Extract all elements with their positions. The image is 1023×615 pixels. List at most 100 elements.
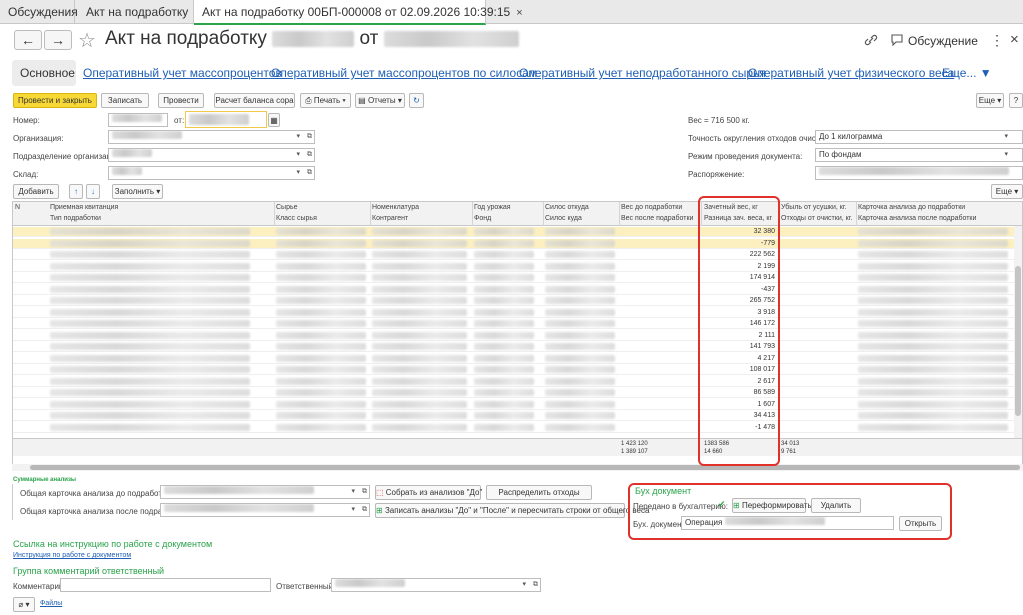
balance-button[interactable]: Расчет баланса сора [214, 93, 295, 108]
number-field[interactable] [108, 113, 168, 127]
table-row[interactable]: 265 752 [13, 296, 1022, 306]
link-icon[interactable] [864, 33, 878, 47]
table-row[interactable]: 32 380 [13, 227, 1022, 237]
col-header-year[interactable]: Год урожая [474, 204, 511, 211]
table-row[interactable]: 2 111 [13, 331, 1022, 341]
chevron-down-icon[interactable]: ▾ [1004, 149, 1008, 161]
post-button[interactable]: Провести [158, 93, 204, 108]
chevron-down-icon[interactable]: ▾ [522, 579, 526, 591]
col-header-nomenclature[interactable]: Номенклатура [372, 204, 419, 211]
add-row-button[interactable]: Добавить [13, 184, 59, 199]
card-after-field[interactable]: ▾ ⧉ [160, 503, 370, 517]
section-link-mass-percent-silo[interactable]: Оперативный учет массопроцентов по силос… [271, 66, 537, 80]
table-row[interactable]: -779 [13, 238, 1022, 249]
passed-checkbox[interactable]: ✔ [718, 500, 727, 509]
chevron-down-icon[interactable]: ▾ [351, 486, 355, 498]
forward-button[interactable]: → [44, 30, 72, 50]
fill-button[interactable]: Заполнить ▾ [112, 184, 163, 199]
collect-analyses-button[interactable]: ⬚ Собрать из анализов "До" [375, 485, 482, 500]
move-down-icon[interactable]: ↓ [86, 184, 100, 199]
col-header-contractor[interactable]: Контрагент [372, 215, 408, 222]
calendar-icon[interactable]: ▦ [268, 113, 280, 127]
order-field[interactable] [815, 166, 1023, 180]
attach-button[interactable]: ⌀ ▾ [13, 597, 35, 612]
open-icon[interactable]: ⧉ [362, 504, 367, 516]
reports-button[interactable]: ▤ Отчеты ▾ [355, 93, 405, 108]
section-link-physical-weight[interactable]: Оперативный учет физического веса [748, 66, 954, 80]
org-field[interactable]: ▾ ⧉ [108, 130, 315, 144]
section-main[interactable]: Основное [20, 66, 75, 80]
speech-icon[interactable] [890, 33, 904, 47]
table-more-button[interactable]: Еще ▾ [991, 184, 1023, 199]
col-header-waste[interactable]: Отходы от очистки, кг. [781, 215, 852, 222]
col-header-weight-before[interactable]: Вес до подработки [621, 204, 682, 211]
section-more[interactable]: Еще... ▼ [942, 66, 992, 80]
col-header-class[interactable]: Класс сырья [276, 215, 317, 222]
print-button[interactable]: ⎙ Печать ▾ [300, 93, 351, 108]
open-icon[interactable]: ⧉ [307, 131, 312, 143]
chevron-down-icon[interactable]: ▾ [351, 504, 355, 516]
write-analyses-button[interactable]: ⊞ Записать анализы "До" и "После" и пере… [375, 503, 649, 518]
col-header-silo-to[interactable]: Силос куда [545, 215, 582, 222]
table-row[interactable]: 141 793 [13, 342, 1022, 352]
close-icon[interactable]: × [1010, 31, 1019, 48]
date-field[interactable] [185, 111, 267, 128]
tab-act-list[interactable]: Акт на подработку× [78, 0, 201, 24]
table-row[interactable]: -1 478 [13, 423, 1022, 433]
delete-button[interactable]: Удалить [811, 498, 861, 513]
table-row[interactable]: 3 918 [13, 308, 1022, 318]
table-row[interactable]: -437 [13, 285, 1022, 295]
col-header-silo-from[interactable]: Силос откуда [545, 204, 589, 211]
open-icon[interactable]: ⧉ [533, 579, 538, 591]
more-menu-icon[interactable]: ⋮ [990, 32, 1004, 49]
warehouse-field[interactable]: ▾ ⧉ [108, 166, 315, 180]
table-row[interactable]: 146 172 [13, 319, 1022, 329]
vertical-scrollbar[interactable] [1014, 226, 1022, 442]
scroll-thumb[interactable] [1015, 266, 1021, 416]
table-row[interactable]: 4 217 [13, 354, 1022, 364]
col-header-fund[interactable]: Фонд [474, 215, 491, 222]
col-header-card-after[interactable]: Карточка анализа после подработки [858, 215, 976, 222]
chevron-down-icon[interactable]: ▾ [296, 167, 300, 179]
chevron-down-icon[interactable]: ▾ [296, 131, 300, 143]
open-icon[interactable]: ⧉ [362, 486, 367, 498]
col-header-raw[interactable]: Сырье [276, 204, 298, 211]
scroll-thumb[interactable] [30, 465, 1020, 470]
table-row[interactable]: 1 607 [13, 400, 1022, 410]
close-icon[interactable]: × [516, 7, 522, 19]
instr-link[interactable]: Инструкция по работе с документом [13, 552, 131, 559]
chevron-down-icon[interactable]: ▾ [1004, 131, 1008, 143]
open-icon[interactable]: ⧉ [307, 167, 312, 179]
files-link[interactable]: Файлы [40, 600, 62, 607]
col-header-shrink[interactable]: Убыль от усушки, кг. [781, 204, 847, 211]
refresh-icon[interactable]: ↻ [409, 93, 424, 108]
col-header-card-before[interactable]: Карточка анализа до подработки [858, 204, 965, 211]
table-row[interactable]: 222 562 [13, 250, 1022, 260]
table-row[interactable]: 86 589 [13, 388, 1022, 398]
mode-field[interactable]: По фондам ▾ [815, 148, 1023, 162]
table-row[interactable]: 34 413 [13, 411, 1022, 421]
precision-field[interactable]: До 1 килограмма ▾ [815, 130, 1023, 144]
distribute-waste-button[interactable]: Распределить отходы [486, 485, 592, 500]
responsible-field[interactable]: ▾ ⧉ [331, 578, 541, 592]
post-and-close-button[interactable]: Провести и закрыть [13, 93, 97, 108]
col-header-receipt[interactable]: Приемная квитанция [50, 204, 118, 211]
star-icon[interactable]: ☆ [78, 28, 96, 53]
tab-act-document[interactable]: Акт на подработку 00БП-000008 от 02.09.2… [194, 0, 523, 25]
move-up-icon[interactable]: ↑ [69, 184, 83, 199]
section-link-mass-percent[interactable]: Оперативный учет массопроцентов [83, 66, 282, 80]
comment-field[interactable] [60, 578, 271, 592]
tab-discussions[interactable]: Обсуждения [0, 0, 78, 24]
table-row[interactable]: 108 017 [13, 365, 1022, 375]
open-icon[interactable]: ⧉ [307, 149, 312, 161]
col-header-weight-after[interactable]: Вес после подработки [621, 215, 693, 222]
items-table[interactable]: N Приемная квитанция Тип подработки Сырь… [12, 201, 1023, 465]
open-button[interactable]: Открыть [899, 516, 942, 531]
help-button[interactable]: ? [1009, 93, 1023, 108]
buh-doc-field[interactable]: Операция [681, 516, 894, 530]
discussion-button[interactable]: Обсуждение [908, 34, 978, 48]
back-button[interactable]: ← [14, 30, 42, 50]
card-before-field[interactable]: ▾ ⧉ [160, 485, 370, 499]
section-link-raw[interactable]: Оперативный учет неподработанного сырья [519, 66, 766, 80]
col-header-type[interactable]: Тип подработки [50, 215, 101, 222]
